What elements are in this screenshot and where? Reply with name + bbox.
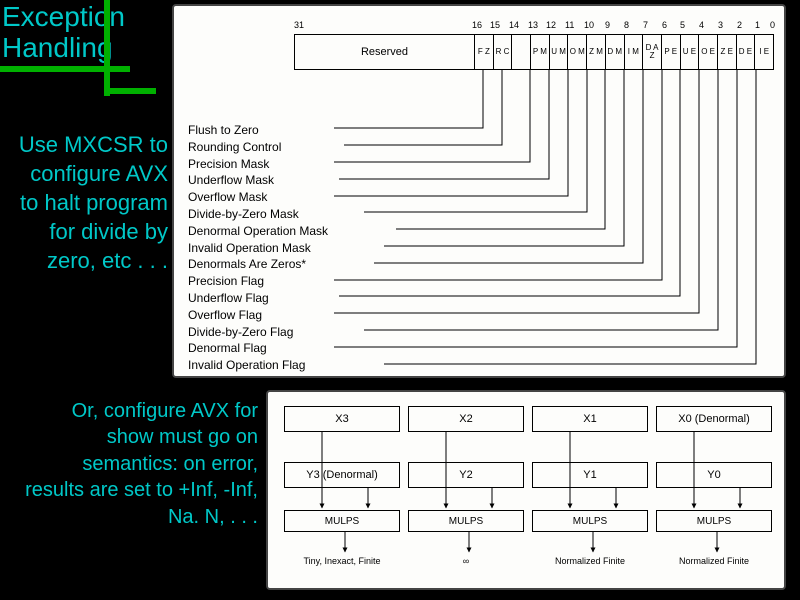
op1: MULPS [532, 510, 648, 532]
mxcsr-labels: Flush to Zero Rounding Control Precision… [188, 122, 328, 374]
y-row: Y3 (Denormal) Y2 Y1 Y0 [284, 462, 772, 488]
op-row: MULPS MULPS MULPS MULPS [284, 510, 772, 532]
mxcsr-diagram: 31 16 15 14 13 12 11 10 9 8 7 6 5 4 3 2 … [172, 4, 786, 378]
y1: Y1 [532, 462, 648, 488]
title-decoration-v [104, 0, 110, 96]
label-pf: Precision Flag [188, 273, 328, 290]
label-rc: Rounding Control [188, 139, 328, 156]
paragraph-1: Use MXCSR to configure AVX to halt progr… [6, 130, 168, 275]
title-decoration-h1 [0, 66, 130, 72]
res0: Normalized Finite [656, 556, 772, 576]
label-pm: Precision Mask [188, 156, 328, 173]
label-uf: Underflow Flag [188, 290, 328, 307]
label-um: Underflow Mask [188, 172, 328, 189]
x1: X1 [532, 406, 648, 432]
x-row: X3 X2 X1 X0 (Denormal) [284, 406, 772, 432]
y3: Y3 (Denormal) [284, 462, 400, 488]
paragraph-2: Or, configure AVX for show must go on se… [22, 398, 258, 530]
op2: MULPS [408, 510, 524, 532]
res2: ∞ [408, 556, 524, 576]
y2: Y2 [408, 462, 524, 488]
res3: Tiny, Inexact, Finite [284, 556, 400, 576]
label-of: Overflow Flag [188, 307, 328, 324]
title-line2: Handling [2, 32, 113, 63]
y0: Y0 [656, 462, 772, 488]
title-decoration-h2 [104, 88, 156, 94]
label-if: Invalid Operation Flag [188, 357, 328, 374]
op3: MULPS [284, 510, 400, 532]
label-df: Denormal Flag [188, 340, 328, 357]
label-zf: Divide-by-Zero Flag [188, 324, 328, 341]
label-fz: Flush to Zero [188, 122, 328, 139]
x2: X2 [408, 406, 524, 432]
op0: MULPS [656, 510, 772, 532]
x3: X3 [284, 406, 400, 432]
label-om: Overflow Mask [188, 189, 328, 206]
label-zm: Divide-by-Zero Mask [188, 206, 328, 223]
result-row: Tiny, Inexact, Finite ∞ Normalized Finit… [284, 556, 772, 576]
label-im: Invalid Operation Mask [188, 240, 328, 257]
res1: Normalized Finite [532, 556, 648, 576]
label-dm: Denormal Operation Mask [188, 223, 328, 240]
label-daz: Denormals Are Zeros* [188, 256, 328, 273]
x0: X0 (Denormal) [656, 406, 772, 432]
mulps-diagram: X3 X2 X1 X0 (Denormal) Y3 (Denormal) Y2 … [266, 390, 786, 590]
